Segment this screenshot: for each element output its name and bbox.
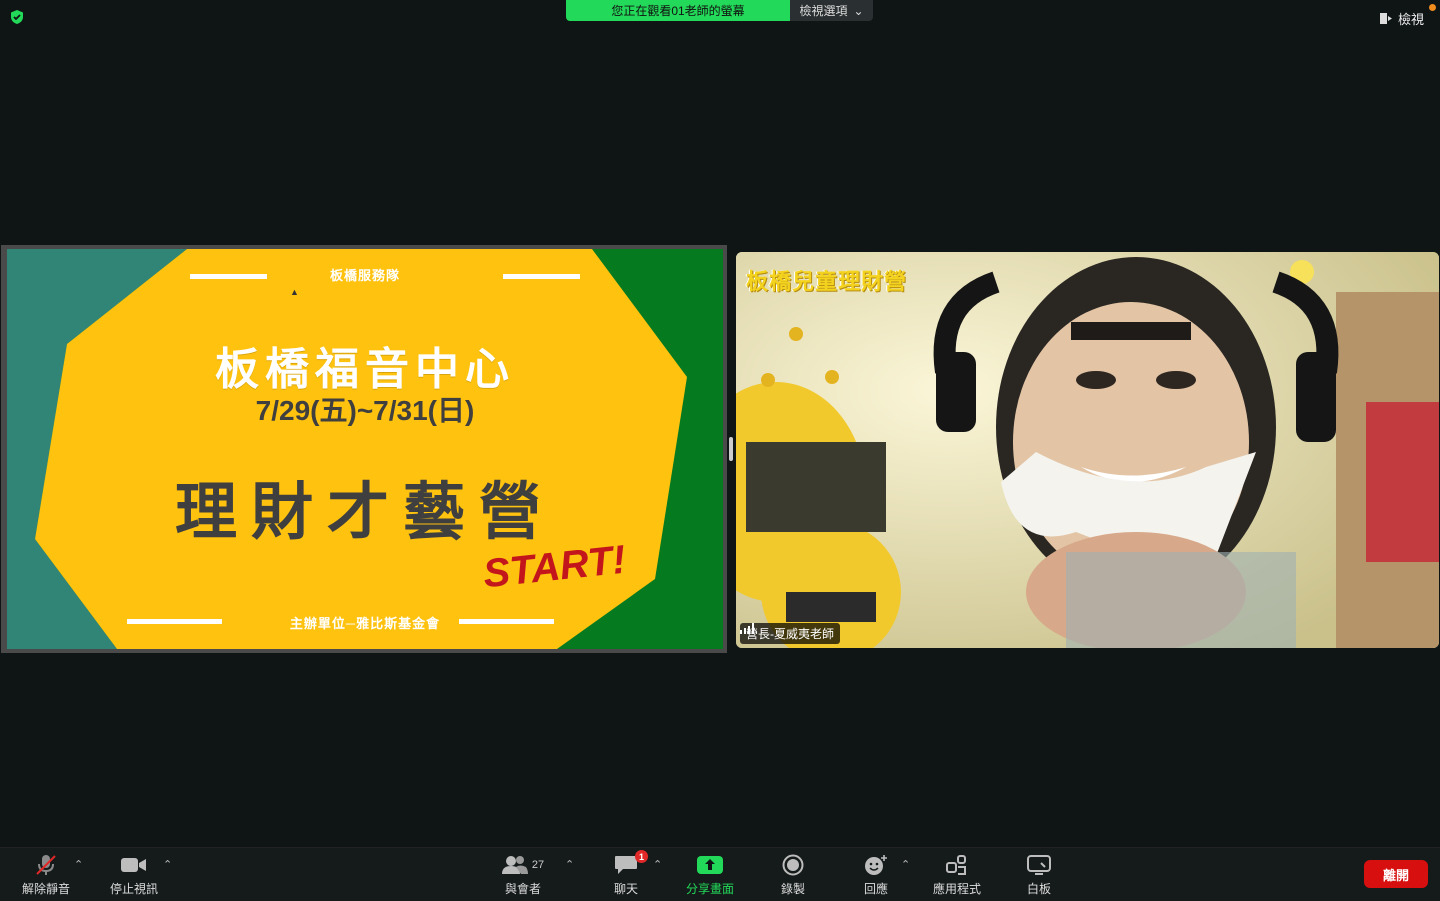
view-label: 檢視 xyxy=(1397,12,1424,27)
microphone-muted-icon xyxy=(36,855,56,875)
shared-slide: 板橋服務隊 ▲ 板橋福音中心 7/29(五)~7/31(日) 理財才藝營 STA… xyxy=(7,249,723,649)
participants-options-caret[interactable]: ⌃ xyxy=(565,858,574,871)
video-overlay-title: 板橋兒童理財營 xyxy=(746,269,908,294)
share-screen-button[interactable]: 分享畫面 xyxy=(670,854,750,897)
share-screen-label: 分享畫面 xyxy=(685,882,734,896)
participant-name: 營長-夏威夷老師 xyxy=(746,627,834,641)
record-button[interactable]: 錄製 xyxy=(753,854,833,897)
slide-dates: 7/29(五)~7/31(日) xyxy=(255,395,475,426)
chat-label: 聊天 xyxy=(613,882,638,896)
share-screen-icon xyxy=(697,856,723,874)
reactions-label: 回應 xyxy=(863,882,888,896)
slide-organizer: 主辦單位─雅比斯基金會 xyxy=(289,616,441,631)
cursor-icon: ▲ xyxy=(290,287,299,297)
notification-dot xyxy=(1429,4,1436,11)
slide-background xyxy=(7,249,723,649)
participants-button[interactable]: 27 與會者 xyxy=(483,854,563,897)
video-camera-icon xyxy=(121,858,146,872)
stop-video-button[interactable]: 停止視訊 xyxy=(94,854,174,897)
signal-strength-icon xyxy=(740,623,754,634)
viewing-screen-banner: 您正在觀看01老師的螢幕 檢視選項 ⌄ xyxy=(566,0,873,21)
participant-name-tag: 營長-夏威夷老師 xyxy=(740,623,840,644)
chevron-down-icon: ⌄ xyxy=(853,3,864,18)
whiteboard-button[interactable]: 白板 xyxy=(999,854,1079,897)
record-label: 錄製 xyxy=(780,882,805,896)
reactions-options-caret[interactable]: ⌃ xyxy=(901,858,910,871)
record-icon xyxy=(782,854,804,876)
view-options-label: 檢視選項 xyxy=(799,4,848,18)
apps-button[interactable]: 應用程式 xyxy=(917,854,997,897)
apps-icon xyxy=(946,855,966,875)
participant-count: 27 xyxy=(531,859,545,871)
chat-unread-badge: 1 xyxy=(635,850,648,863)
participant-video-tile[interactable]: 板橋兒童理財營 營長-夏威夷老師 xyxy=(736,252,1439,648)
audio-options-caret[interactable]: ⌃ xyxy=(74,858,83,871)
security-shield-icon[interactable] xyxy=(9,9,25,25)
reaction-smiley-icon xyxy=(865,855,887,875)
unmute-label: 解除靜音 xyxy=(21,882,70,896)
split-resize-handle[interactable] xyxy=(729,437,733,461)
video-options-caret[interactable]: ⌃ xyxy=(163,858,172,871)
view-button[interactable]: 檢視 xyxy=(1379,9,1424,28)
shared-screen[interactable]: 板橋服務隊 ▲ 板橋福音中心 7/29(五)~7/31(日) 理財才藝營 STA… xyxy=(1,245,727,653)
video-frame-illustration xyxy=(736,252,1439,648)
chat-options-caret[interactable]: ⌃ xyxy=(653,858,662,871)
view-options-button[interactable]: 檢視選項 ⌄ xyxy=(790,0,873,21)
leave-meeting-button[interactable]: 離開 xyxy=(1364,860,1428,888)
view-layout-icon xyxy=(1379,13,1392,24)
slide-main-title: 板橋福音中心 xyxy=(215,345,515,394)
slide-team-name: 板橋服務隊 xyxy=(329,268,400,283)
meeting-toolbar: 解除靜音 ⌃ 停止視訊 ⌃ 27 與會者 ⌃ 1 聊天 ⌃ 分享畫面 錄製 回應… xyxy=(0,847,1440,901)
apps-label: 應用程式 xyxy=(932,882,981,896)
stop-video-label: 停止視訊 xyxy=(109,882,158,896)
participants-icon xyxy=(501,856,528,874)
whiteboard-icon xyxy=(1027,855,1051,875)
whiteboard-label: 白板 xyxy=(1026,882,1051,896)
participants-label: 與會者 xyxy=(504,882,541,896)
viewing-banner-text: 您正在觀看01老師的螢幕 xyxy=(566,0,790,21)
